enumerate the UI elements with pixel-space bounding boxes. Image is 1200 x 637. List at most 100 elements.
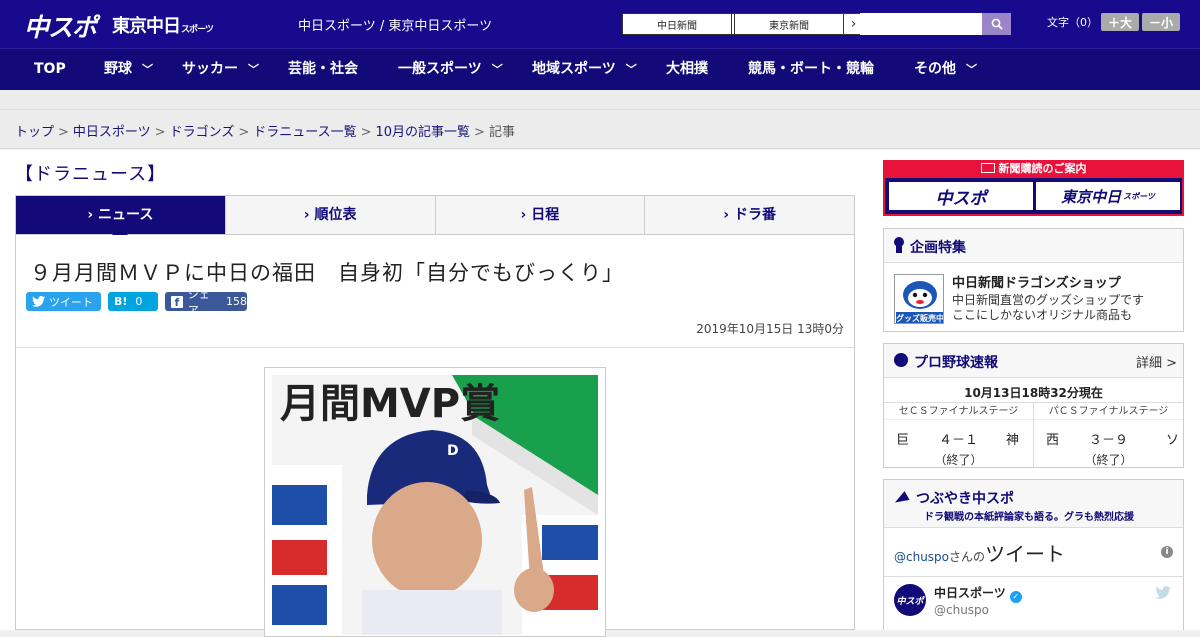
hatena-bookmark-icon: B! bbox=[114, 295, 128, 308]
nav-entertainment[interactable]: 芸能・社会 bbox=[288, 49, 358, 90]
tab-standings[interactable]: › 順位表 bbox=[226, 196, 436, 234]
nav-general-sports[interactable]: 一般スポーツ ﹀ bbox=[398, 49, 503, 90]
subscribe-chuspo-label: 中スポ bbox=[935, 188, 987, 209]
breadcrumb-chunichi-sports[interactable]: 中日スポーツ bbox=[73, 125, 151, 140]
tokyo-chunichi-logo[interactable]: 東京中日スポーツ bbox=[112, 12, 214, 38]
chevron-down-icon: ﹀ bbox=[625, 63, 637, 76]
tokyo-logo-text: 東京中日 bbox=[112, 16, 181, 37]
tweet-button[interactable]: ツイート bbox=[26, 292, 101, 311]
breadcrumb-dra-news-list[interactable]: ドラニュース一覧 bbox=[253, 125, 356, 140]
twitter-bird-icon bbox=[32, 296, 45, 307]
chuspo-logo[interactable]: 中スポ bbox=[24, 8, 97, 44]
tab-label: 順位表 bbox=[314, 207, 357, 223]
score-grid: セＣＳファイナルステージ 巨 ４－１ 神 （終了） パＣＳファイナルステージ 西… bbox=[884, 402, 1183, 467]
tab-schedule[interactable]: › 日程 bbox=[436, 196, 646, 234]
subscribe-chuspo-button[interactable]: 中スポ bbox=[889, 182, 1033, 210]
article-photo[interactable]: 月間MVP賞 D bbox=[272, 375, 598, 635]
nav-label: その他 bbox=[914, 61, 956, 77]
twitter-widget-header: @chuspoさんのツイート bbox=[894, 538, 1065, 567]
tab-news[interactable]: › ニュース bbox=[16, 196, 226, 242]
tweets-word: ツイート bbox=[985, 542, 1066, 566]
svg-text:D: D bbox=[447, 443, 459, 459]
tsubuyaki-box: つぶやき中スポ ドラ観戦の本紙評論家も語る。グラも熱烈応援 @chuspoさんの… bbox=[883, 479, 1184, 630]
dragons-shop-title[interactable]: 中日新聞ドラゴンズショップ bbox=[952, 272, 1121, 291]
main-nav: TOP 野球 ﹀ サッカー ﹀ 芸能・社会 一般スポーツ ﹀ 地域スポーツ ﹀ 大相撲 … bbox=[0, 48, 1200, 90]
facebook-share-button[interactable]: f シェア 158 bbox=[165, 288, 247, 317]
font-smaller-button[interactable]: －小 bbox=[1142, 13, 1180, 31]
chevron-down-icon: ﹀ bbox=[966, 63, 977, 76]
subscribe-title-text: 新聞購読のご案内 bbox=[998, 162, 1087, 175]
nav-label: 競馬・ボート・競輪 bbox=[748, 61, 874, 77]
subscribe-tokyo-small: スポーツ bbox=[1123, 191, 1155, 201]
nav-label: 芸能・社会 bbox=[288, 61, 358, 77]
special-features-title: 企画特集 bbox=[910, 240, 966, 256]
tweet-account-name[interactable]: 中日スポーツ ✓ bbox=[934, 584, 1022, 603]
nav-label: 一般スポーツ bbox=[398, 61, 482, 77]
breadcrumb-dragons[interactable]: ドラゴンズ bbox=[170, 125, 235, 140]
game-stage: セＣＳファイナルステージ bbox=[884, 403, 1033, 420]
tab-label: ニュース bbox=[98, 207, 154, 223]
chevron-down-icon: ﹀ bbox=[248, 63, 259, 76]
tab-label: 日程 bbox=[531, 207, 560, 223]
game-pacific-cs[interactable]: パＣＳファイナルステージ 西 ３－９ ソ （終了） bbox=[1034, 403, 1183, 467]
font-larger-button[interactable]: ＋大 bbox=[1101, 13, 1139, 31]
divider bbox=[884, 576, 1183, 577]
facebook-icon: f bbox=[171, 295, 183, 309]
breadcrumb-separator: > bbox=[474, 125, 485, 140]
nav-label: TOP bbox=[34, 61, 66, 77]
article-headline: ９月月間ＭＶＰに中日の福田 自身初「自分でもびっくり」 bbox=[30, 261, 624, 285]
dragons-shop-thumbnail[interactable]: グッズ販売中 bbox=[894, 274, 944, 324]
subscribe-tokyo-button[interactable]: 東京中日 スポーツ bbox=[1036, 182, 1180, 210]
nav-soccer[interactable]: サッカー ﹀ bbox=[182, 49, 259, 90]
tsubuyaki-title: つぶやき中スポ bbox=[916, 491, 1014, 507]
twitter-bird-icon[interactable] bbox=[1155, 586, 1171, 603]
facebook-count: 158 bbox=[226, 295, 247, 308]
dragons-shop-description: 中日新聞直営のグッズショップです ここにしかないオリジナル商品も bbox=[952, 293, 1144, 323]
tab-dora-ban[interactable]: › ドラ番 bbox=[645, 196, 854, 234]
nav-top[interactable]: TOP bbox=[34, 49, 66, 90]
special-features-box: 企画特集 グッズ販売中 中日新聞ドラゴンズショップ 中日新聞直営のグッズショップ… bbox=[883, 228, 1184, 332]
game-central-cs[interactable]: セＣＳファイナルステージ 巨 ４－１ 神 （終了） bbox=[884, 403, 1034, 467]
chunichi-shimbun-link[interactable]: 中日新聞 › bbox=[622, 13, 752, 35]
shop-desc-line: ここにしかないオリジナル商品も bbox=[952, 308, 1133, 322]
chevron-down-icon: ﹀ bbox=[142, 63, 153, 76]
tweet-account-handle: @chuspo bbox=[934, 603, 990, 617]
pro-baseball-header: プロ野球速報 詳細 > bbox=[884, 344, 1183, 378]
chevron-right-icon: › bbox=[520, 207, 532, 223]
news-tabs: › ニュース › 順位表 › 日程 › ドラ番 bbox=[15, 195, 855, 242]
breadcrumb: トップ > 中日スポーツ > ドラゴンズ > ドラニュース一覧 >10月の記事一覧 > 記事 bbox=[0, 110, 1200, 149]
twitter-handle-suffix: さんの bbox=[949, 550, 986, 564]
info-icon[interactable]: i bbox=[1161, 546, 1173, 558]
facebook-share-label: シェア bbox=[187, 287, 210, 317]
nav-baseball[interactable]: 野球 ﹀ bbox=[104, 49, 153, 90]
nav-racing[interactable]: 競馬・ボート・競輪 bbox=[748, 49, 874, 90]
baseball-icon bbox=[894, 353, 908, 367]
breadcrumb-top[interactable]: トップ bbox=[15, 125, 54, 140]
hatena-count: 0 bbox=[135, 295, 143, 308]
hatena-bookmark-button[interactable]: B! 0 bbox=[108, 292, 158, 311]
article-date: 2019年10月15日 13時0分 bbox=[696, 322, 844, 336]
score-timestamp: 10月13日18時32分現在 bbox=[964, 386, 1103, 400]
chevron-right-icon: › bbox=[87, 207, 99, 223]
top-header: 中スポ 東京中日スポーツ 中日スポーツ / 東京中日スポーツ 中日新聞 › 東京… bbox=[0, 0, 1200, 48]
font-size-label: 文字（0） bbox=[1047, 16, 1098, 29]
chunichi-shimbun-label: 中日新聞 bbox=[657, 20, 697, 32]
pro-baseball-box: プロ野球速報 詳細 > 10月13日18時32分現在 セＣＳファイナルステージ … bbox=[883, 343, 1184, 468]
search-input[interactable] bbox=[860, 13, 982, 35]
nav-other[interactable]: その他 ﹀ bbox=[914, 49, 977, 90]
avatar[interactable]: 中スポ bbox=[894, 584, 926, 616]
tokyo-shimbun-label: 東京新聞 bbox=[769, 20, 809, 32]
search-button[interactable] bbox=[982, 13, 1011, 35]
tokyo-shimbun-link[interactable]: 東京新聞 › bbox=[734, 13, 864, 35]
section-title: 【ドラニュース】 bbox=[15, 164, 167, 185]
twitter-handle-link[interactable]: @chuspo bbox=[894, 550, 949, 564]
divider bbox=[16, 347, 854, 348]
breadcrumb-october-list[interactable]: 10月の記事一覧 bbox=[376, 125, 471, 140]
baseball-detail-link[interactable]: 詳細 > bbox=[1136, 352, 1177, 371]
search-icon bbox=[991, 18, 1003, 30]
nav-regional-sports[interactable]: 地域スポーツ ﹀ bbox=[532, 49, 637, 90]
nav-sumo[interactable]: 大相撲 bbox=[666, 49, 708, 90]
breadcrumb-separator: > bbox=[58, 125, 69, 140]
nav-label: 地域スポーツ bbox=[532, 61, 616, 77]
subscribe-tokyo-label: 東京中日 bbox=[1061, 187, 1122, 206]
